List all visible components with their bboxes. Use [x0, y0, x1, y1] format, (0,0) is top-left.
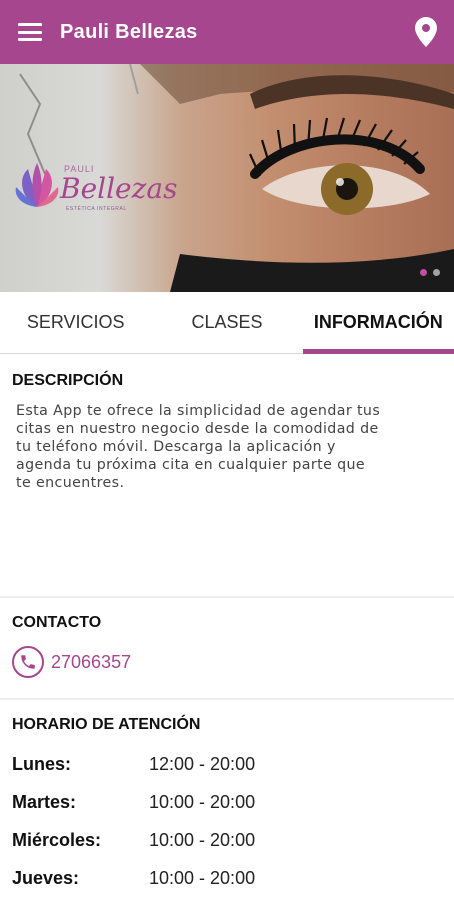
tab-servicios[interactable]: SERVICIOS: [0, 292, 151, 353]
hours-time: 10:00 - 20:00: [149, 829, 256, 850]
phone-link[interactable]: 27066357: [12, 646, 131, 678]
description-text: Esta App te ofrece la simplicidad de age…: [16, 402, 440, 492]
menu-button[interactable]: [0, 0, 60, 64]
phone-number[interactable]: 27066357: [51, 652, 131, 673]
hours-row: Martes: 10:00 - 20:00: [12, 783, 432, 821]
app-title: Pauli Bellezas: [60, 20, 198, 43]
tab-bar: SERVICIOS CLASES INFORMACIÓN: [0, 292, 454, 354]
hours-day: Miércoles:: [12, 829, 102, 850]
logo-tagline: ESTÉTICA INTEGRAL: [66, 206, 127, 212]
divider: [0, 596, 454, 598]
hours-row: Jueves: 10:00 - 20:00: [12, 859, 432, 897]
app-bar: Pauli Bellezas: [0, 0, 454, 64]
hours-row: Lunes: 12:00 - 20:00: [12, 745, 432, 783]
carousel-dot[interactable]: [420, 269, 427, 276]
contact-title: CONTACTO: [12, 614, 102, 631]
hours-list: Lunes: 12:00 - 20:00 Martes: 10:00 - 20:…: [12, 745, 432, 897]
hamburger-icon: [18, 23, 42, 41]
phone-icon: [12, 646, 44, 678]
hours-time: 10:00 - 20:00: [149, 791, 256, 812]
divider: [0, 698, 454, 700]
hours-title: HORARIO DE ATENCIÓN: [12, 716, 201, 733]
description-line: tu teléfono móvil. Descarga la aplicació…: [16, 439, 336, 455]
hours-time: 10:00 - 20:00: [149, 867, 256, 888]
location-pin-icon: [415, 17, 437, 47]
hours-day: Martes:: [12, 791, 77, 812]
logo-script-text: Bellezas: [60, 172, 178, 205]
hours-day: Lunes:: [12, 753, 72, 774]
description-line: citas en nuestro negocio desde la comodi…: [16, 421, 379, 437]
description-line: te encuentres.: [16, 475, 125, 491]
tab-informacion[interactable]: INFORMACIÓN: [302, 292, 454, 354]
carousel-dot[interactable]: [433, 269, 440, 276]
location-button[interactable]: [398, 0, 454, 64]
hours-day: Jueves:: [12, 867, 80, 888]
hours-time: 12:00 - 20:00: [149, 753, 256, 774]
description-title: DESCRIPCIÓN: [12, 372, 124, 389]
carousel-dots: [420, 269, 440, 276]
tab-clases[interactable]: CLASES: [151, 292, 302, 353]
hours-row: Miércoles: 10:00 - 20:00: [12, 821, 432, 859]
hero-banner[interactable]: PAULI Bellezas ESTÉTICA INTEGRAL: [0, 64, 454, 292]
description-line: agenda tu próxima cita en cualquier part…: [16, 457, 366, 473]
description-line: Esta App te ofrece la simplicidad de age…: [16, 403, 381, 419]
